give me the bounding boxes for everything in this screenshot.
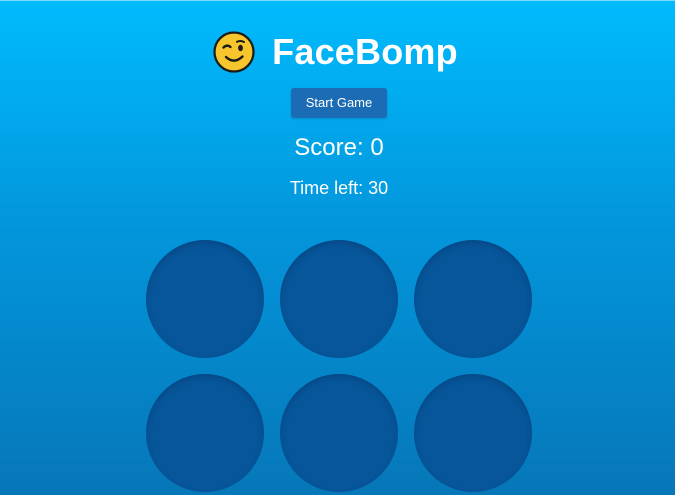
game-title: FaceBomp [272,31,458,72]
hole-2[interactable] [280,240,398,358]
score-display: Score: 0 [294,134,384,161]
time-left-display: Time left: 30 [289,178,389,198]
hole-grid [146,240,534,495]
hole-1[interactable] [146,240,264,358]
game-header: FaceBomp [0,28,675,76]
start-game-button[interactable]: Start Game [291,88,387,118]
winking-face-icon [213,31,255,73]
hole-5[interactable] [280,374,398,492]
hole-4[interactable] [146,374,264,492]
hole-6[interactable] [414,374,532,492]
top-border [0,0,675,1]
hole-3[interactable] [414,240,532,358]
